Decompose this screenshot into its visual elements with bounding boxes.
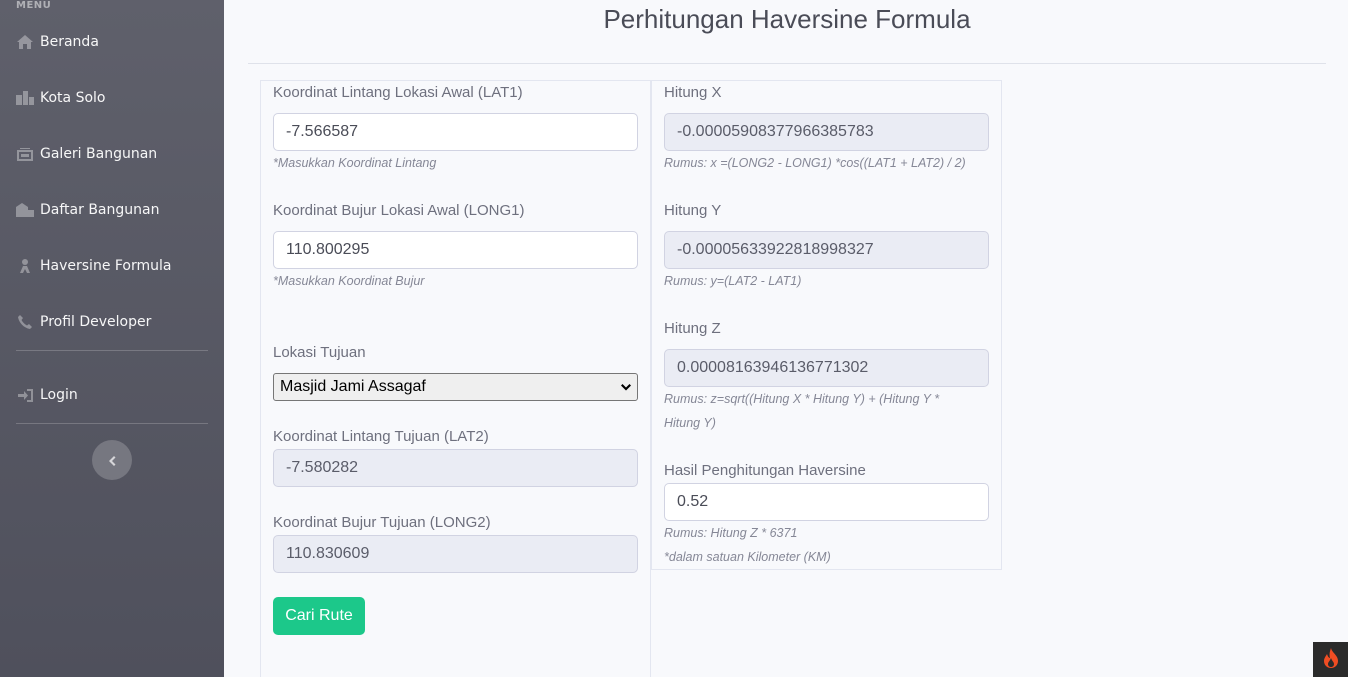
sidebar-item-daftar-bangunan[interactable]: Daftar Bangunan	[16, 198, 159, 222]
lat1-help: *Masukkan Koordinat Lintang	[273, 156, 437, 170]
hitung-x-label: Hitung X	[664, 84, 722, 101]
login-icon	[16, 387, 34, 403]
sidebar-item-login[interactable]: Login	[16, 383, 78, 407]
sidebar-item-label: Beranda	[40, 34, 99, 50]
hitung-z-formula: Rumus: z=sqrt((Hitung X * Hitung Y) + (H…	[664, 392, 940, 406]
title-divider	[248, 63, 1326, 64]
sidebar-item-label: Profil Developer	[40, 314, 152, 330]
long2-input[interactable]	[273, 535, 638, 573]
flame-icon	[1323, 647, 1339, 672]
city-icon	[16, 90, 34, 106]
haversine-result-label: Hasil Penghitungan Haversine	[664, 462, 866, 479]
hitung-z-label: Hitung Z	[664, 320, 721, 337]
hitung-z-formula-cont: Hitung Y)	[664, 416, 716, 430]
lat1-input[interactable]	[273, 113, 638, 151]
route-icon	[16, 258, 34, 274]
long1-label: Koordinat Bujur Lokasi Awal (LONG1)	[273, 202, 525, 219]
long1-input[interactable]	[273, 231, 638, 269]
gallery-icon	[16, 146, 34, 162]
sidebar-item-label: Galeri Bangunan	[40, 146, 158, 162]
lat2-input[interactable]	[273, 449, 638, 487]
destination-select[interactable]: Masjid Jami Assagaf	[273, 373, 638, 401]
sidebar-item-galeri-bangunan[interactable]: Galeri Bangunan	[16, 142, 157, 166]
lat1-label: Koordinat Lintang Lokasi Awal (LAT1)	[273, 84, 523, 101]
haversine-result-input[interactable]	[664, 483, 989, 521]
sidebar-item-label: Login	[40, 387, 78, 403]
hitung-y-input[interactable]	[664, 231, 989, 269]
buildings-icon	[16, 202, 34, 218]
haversine-result-unit-note: *dalam satuan Kilometer (KM)	[664, 550, 831, 564]
hitung-x-formula: Rumus: x =(LONG2 - LONG1) *cos((LAT1 + L…	[664, 156, 966, 170]
phone-icon	[16, 314, 34, 330]
sidebar-item-label: Haversine Formula	[40, 258, 172, 274]
long2-label: Koordinat Bujur Tujuan (LONG2)	[273, 514, 491, 531]
sidebar-item-label: Daftar Bangunan	[40, 202, 160, 218]
sidebar-item-profil-developer[interactable]: Profil Developer	[16, 310, 151, 334]
sidebar-item-haversine-formula[interactable]: Haversine Formula	[16, 254, 172, 278]
chevron-left-icon	[108, 451, 116, 470]
destination-selected-value: Masjid Jami Assagaf	[280, 378, 426, 395]
sidebar-toggle-button[interactable]	[92, 440, 132, 480]
sidebar-item-kota-solo[interactable]: Kota Solo	[16, 86, 105, 110]
sidebar-divider	[16, 423, 208, 424]
hitung-y-label: Hitung Y	[664, 202, 722, 219]
hitung-x-input[interactable]	[664, 113, 989, 151]
sidebar-item-label: Kota Solo	[40, 90, 106, 106]
hitung-y-formula: Rumus: y=(LAT2 - LAT1)	[664, 274, 802, 288]
lat2-label: Koordinat Lintang Tujuan (LAT2)	[273, 428, 489, 445]
page-title: Perhitungan Haversine Formula	[603, 4, 971, 34]
long1-help: *Masukkan Koordinat Bujur	[273, 274, 425, 288]
sidebar-divider	[16, 350, 208, 351]
destination-label: Lokasi Tujuan	[273, 344, 366, 361]
debug-toolbar-toggle[interactable]	[1313, 642, 1348, 677]
sidebar-item-beranda[interactable]: Beranda	[16, 30, 99, 54]
sidebar-heading: MENU	[16, 0, 52, 11]
home-icon	[16, 34, 34, 50]
sidebar: MENU Beranda Kota Solo Galeri Bangunan D…	[0, 0, 224, 677]
hitung-z-input[interactable]	[664, 349, 989, 387]
haversine-result-formula: Rumus: Hitung Z * 6371	[664, 526, 798, 540]
cari-rute-button[interactable]: Cari Rute	[273, 597, 365, 635]
chevron-down-icon	[621, 378, 631, 396]
